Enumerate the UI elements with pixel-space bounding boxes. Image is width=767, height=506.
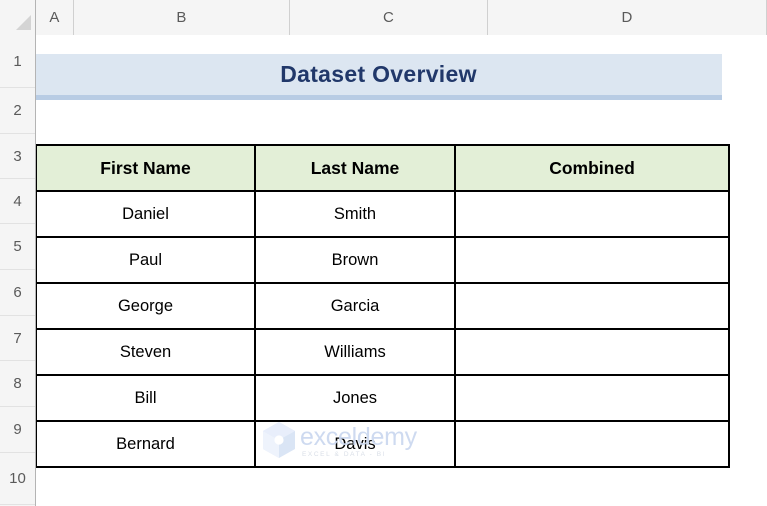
title-banner-cell[interactable]: Dataset Overview [35, 54, 722, 100]
table-row[interactable]: Paul Brown [35, 236, 730, 284]
dataset-table: First Name Last Name Combined Daniel Smi… [35, 144, 730, 468]
table-row[interactable]: Bill Jones [35, 374, 730, 422]
row-header-7[interactable]: 7 [0, 316, 35, 361]
cell-first-name[interactable]: Steven [35, 328, 256, 376]
column-header-d[interactable]: D [488, 0, 767, 35]
page-title: Dataset Overview [280, 61, 477, 87]
row-header-8[interactable]: 8 [0, 361, 35, 407]
table-row[interactable]: Daniel Smith [35, 190, 730, 238]
column-header-last-name[interactable]: Last Name [254, 144, 456, 192]
cell-first-name[interactable]: Daniel [35, 190, 256, 238]
select-all-triangle-icon [16, 15, 31, 30]
cell-last-name[interactable]: Davis [254, 420, 456, 468]
cell-first-name[interactable]: Bill [35, 374, 256, 422]
cell-combined[interactable] [454, 190, 730, 238]
row-header-10[interactable]: 10 [0, 453, 35, 505]
row-header-strip: 1 2 3 4 5 6 7 8 9 10 [0, 35, 36, 506]
spreadsheet-sheet: Dataset Overview First Name Last Name Co… [0, 0, 767, 506]
column-header-strip: ABCD [0, 0, 767, 35]
column-header-c[interactable]: C [290, 0, 488, 35]
table-row[interactable]: Bernard Davis [35, 420, 730, 468]
cell-first-name[interactable]: George [35, 282, 256, 330]
cell-last-name[interactable]: Williams [254, 328, 456, 376]
table-row[interactable]: George Garcia [35, 282, 730, 330]
column-header-a[interactable]: A [36, 0, 74, 35]
select-all-button[interactable] [0, 0, 36, 35]
table-header-row: First Name Last Name Combined [35, 144, 730, 192]
row-header-3[interactable]: 3 [0, 134, 35, 179]
column-header-b[interactable]: B [74, 0, 290, 35]
row-header-5[interactable]: 5 [0, 224, 35, 270]
cell-last-name[interactable]: Garcia [254, 282, 456, 330]
row-header-9[interactable]: 9 [0, 407, 35, 453]
table-body: Daniel Smith Paul Brown George Garcia St… [35, 190, 730, 468]
cell-first-name[interactable]: Bernard [35, 420, 256, 468]
cell-combined[interactable] [454, 236, 730, 284]
cell-last-name[interactable]: Brown [254, 236, 456, 284]
row-header-4[interactable]: 4 [0, 179, 35, 224]
cell-last-name[interactable]: Smith [254, 190, 456, 238]
row-header-2[interactable]: 2 [0, 88, 35, 134]
cell-combined[interactable] [454, 420, 730, 468]
cell-combined[interactable] [454, 374, 730, 422]
row-header-1[interactable]: 1 [0, 35, 35, 88]
column-header-first-name[interactable]: First Name [35, 144, 256, 192]
cell-last-name[interactable]: Jones [254, 374, 456, 422]
row-header-6[interactable]: 6 [0, 270, 35, 316]
cell-combined[interactable] [454, 282, 730, 330]
cell-combined[interactable] [454, 328, 730, 376]
table-row[interactable]: Steven Williams [35, 328, 730, 376]
cell-first-name[interactable]: Paul [35, 236, 256, 284]
column-header-combined[interactable]: Combined [454, 144, 730, 192]
